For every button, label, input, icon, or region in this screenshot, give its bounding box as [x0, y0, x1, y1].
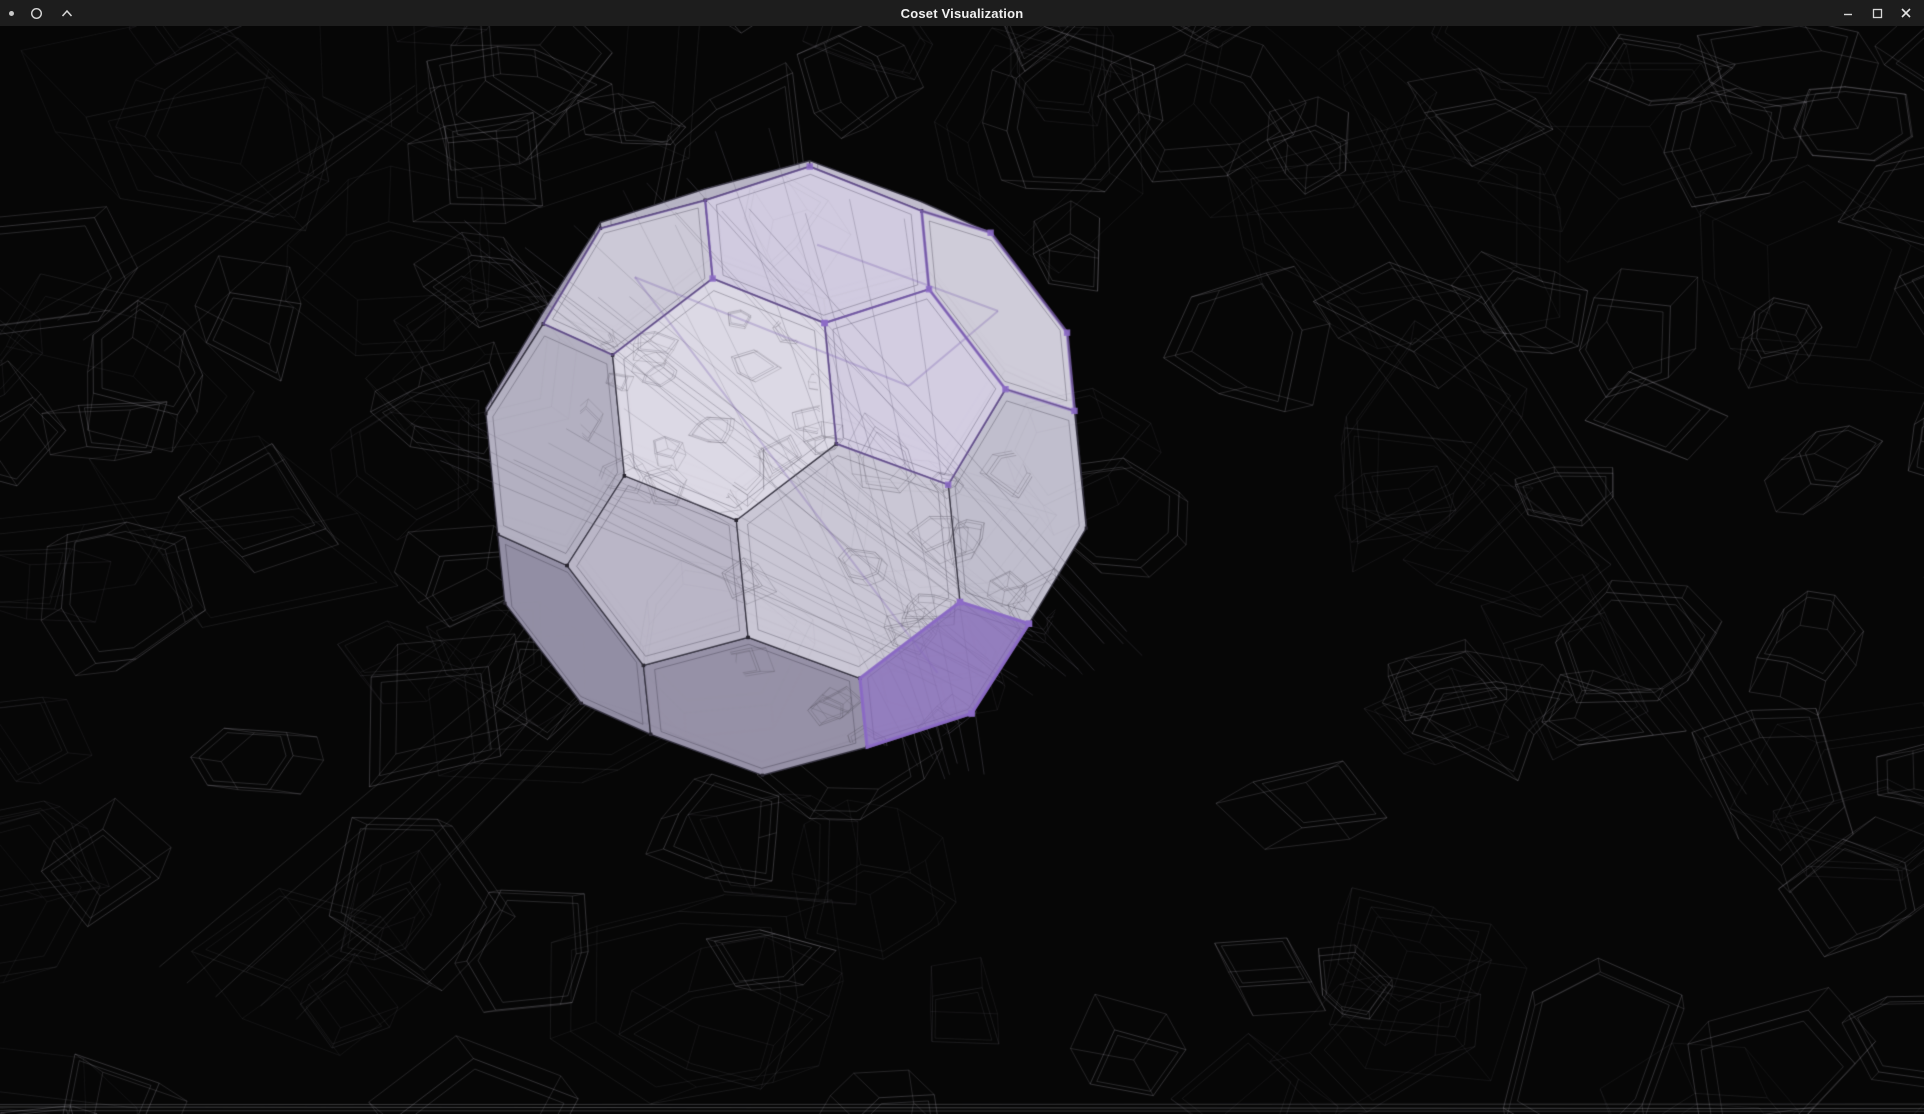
window-controls	[1839, 4, 1924, 22]
caret-up-glyph	[61, 9, 73, 18]
close-button[interactable]	[1897, 4, 1915, 22]
close-icon	[1900, 7, 1912, 19]
maximize-button[interactable]	[1868, 4, 1886, 22]
minimize-button[interactable]	[1839, 4, 1857, 22]
circle-icon-glyph	[30, 7, 43, 20]
minimize-icon	[1842, 7, 1854, 19]
circle-icon[interactable]	[27, 4, 45, 22]
titlebar-left-icons	[0, 4, 76, 22]
caret-up-icon[interactable]	[58, 4, 76, 22]
viz-canvas[interactable]	[0, 26, 1924, 1114]
maximize-icon	[1872, 8, 1883, 19]
app-window: Coset Visualization	[0, 0, 1924, 1114]
viewport	[0, 26, 1924, 1114]
titlebar: Coset Visualization	[0, 0, 1924, 26]
window-title: Coset Visualization	[0, 6, 1924, 21]
status-dot-icon	[9, 11, 14, 16]
